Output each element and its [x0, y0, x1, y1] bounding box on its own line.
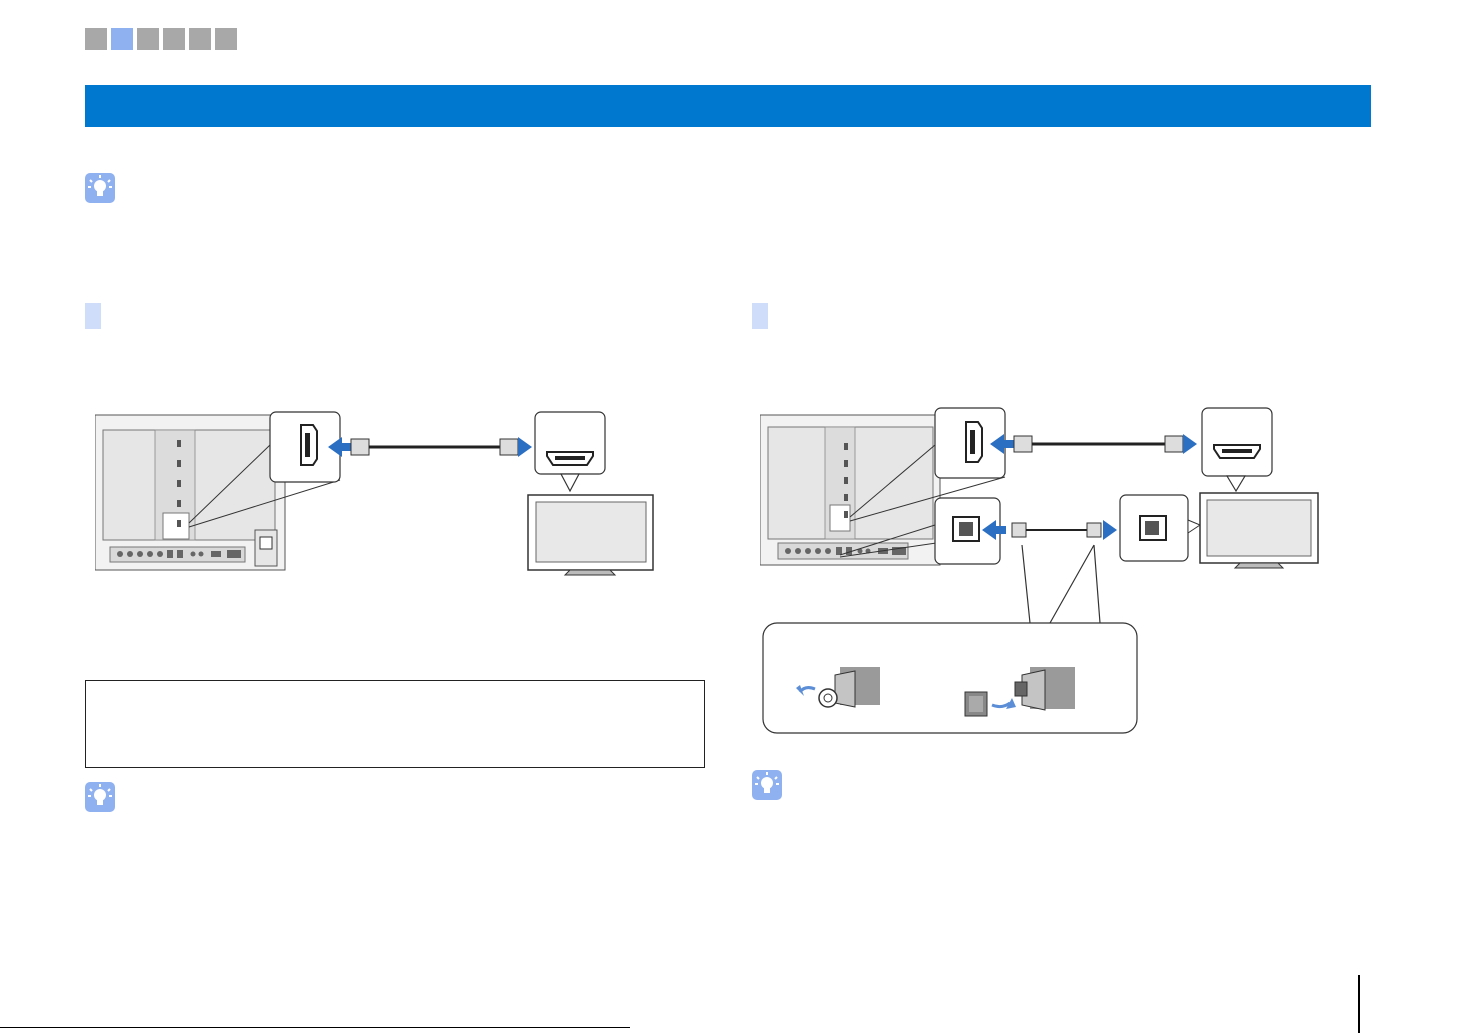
chapter-square-1[interactable]	[85, 28, 107, 50]
optical-cap-removal-callout	[762, 622, 1138, 734]
receiver-rear-panel	[95, 414, 286, 571]
section-marker-left	[85, 303, 101, 329]
tv-hdmi-port-zoom	[1201, 407, 1273, 493]
chapter-square-2-active[interactable]	[111, 28, 133, 50]
hdmi-connection-diagram	[95, 411, 654, 576]
hdmi-optical-connection-diagram	[760, 407, 1319, 734]
tv-hdmi-port-zoom	[534, 411, 606, 493]
receiver-rear-panel	[760, 414, 941, 566]
footer-rule	[0, 1027, 630, 1028]
chapter-square-3[interactable]	[137, 28, 159, 50]
chapter-square-6[interactable]	[215, 28, 237, 50]
tv-optical-port-zoom	[1119, 494, 1202, 562]
page-number-bar	[1358, 975, 1360, 1033]
tv-illustration	[527, 494, 654, 576]
tv-illustration	[1199, 492, 1319, 569]
lightbulb-hint-icon	[85, 782, 115, 812]
lightbulb-hint-icon	[85, 173, 115, 203]
section-header-band	[85, 85, 1371, 127]
lightbulb-hint-icon	[752, 770, 782, 800]
section-marker-right	[752, 303, 768, 329]
chapter-square-4[interactable]	[163, 28, 185, 50]
chapter-square-5[interactable]	[189, 28, 211, 50]
note-box	[85, 680, 705, 768]
